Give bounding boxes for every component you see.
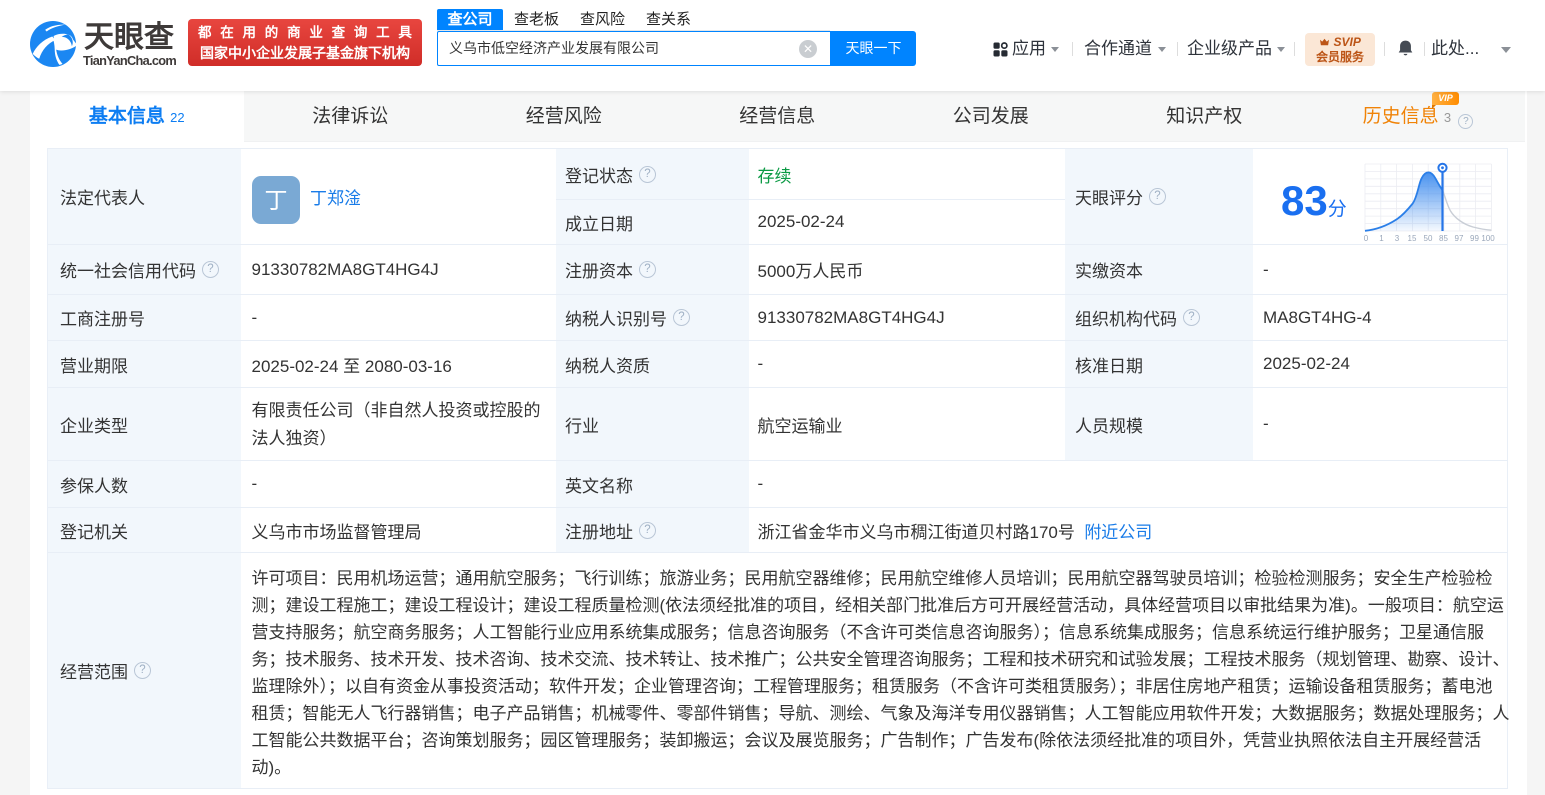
- svg-text:85: 85: [1439, 234, 1448, 243]
- svg-text:3: 3: [1395, 234, 1400, 243]
- svg-text:100: 100: [1481, 234, 1495, 243]
- svg-text:1: 1: [1379, 234, 1384, 243]
- svg-text:50: 50: [1424, 234, 1433, 243]
- svg-text:0: 0: [1364, 234, 1369, 243]
- svg-text:15: 15: [1408, 234, 1417, 243]
- svg-text:97: 97: [1455, 234, 1464, 243]
- svg-text:99: 99: [1470, 234, 1479, 243]
